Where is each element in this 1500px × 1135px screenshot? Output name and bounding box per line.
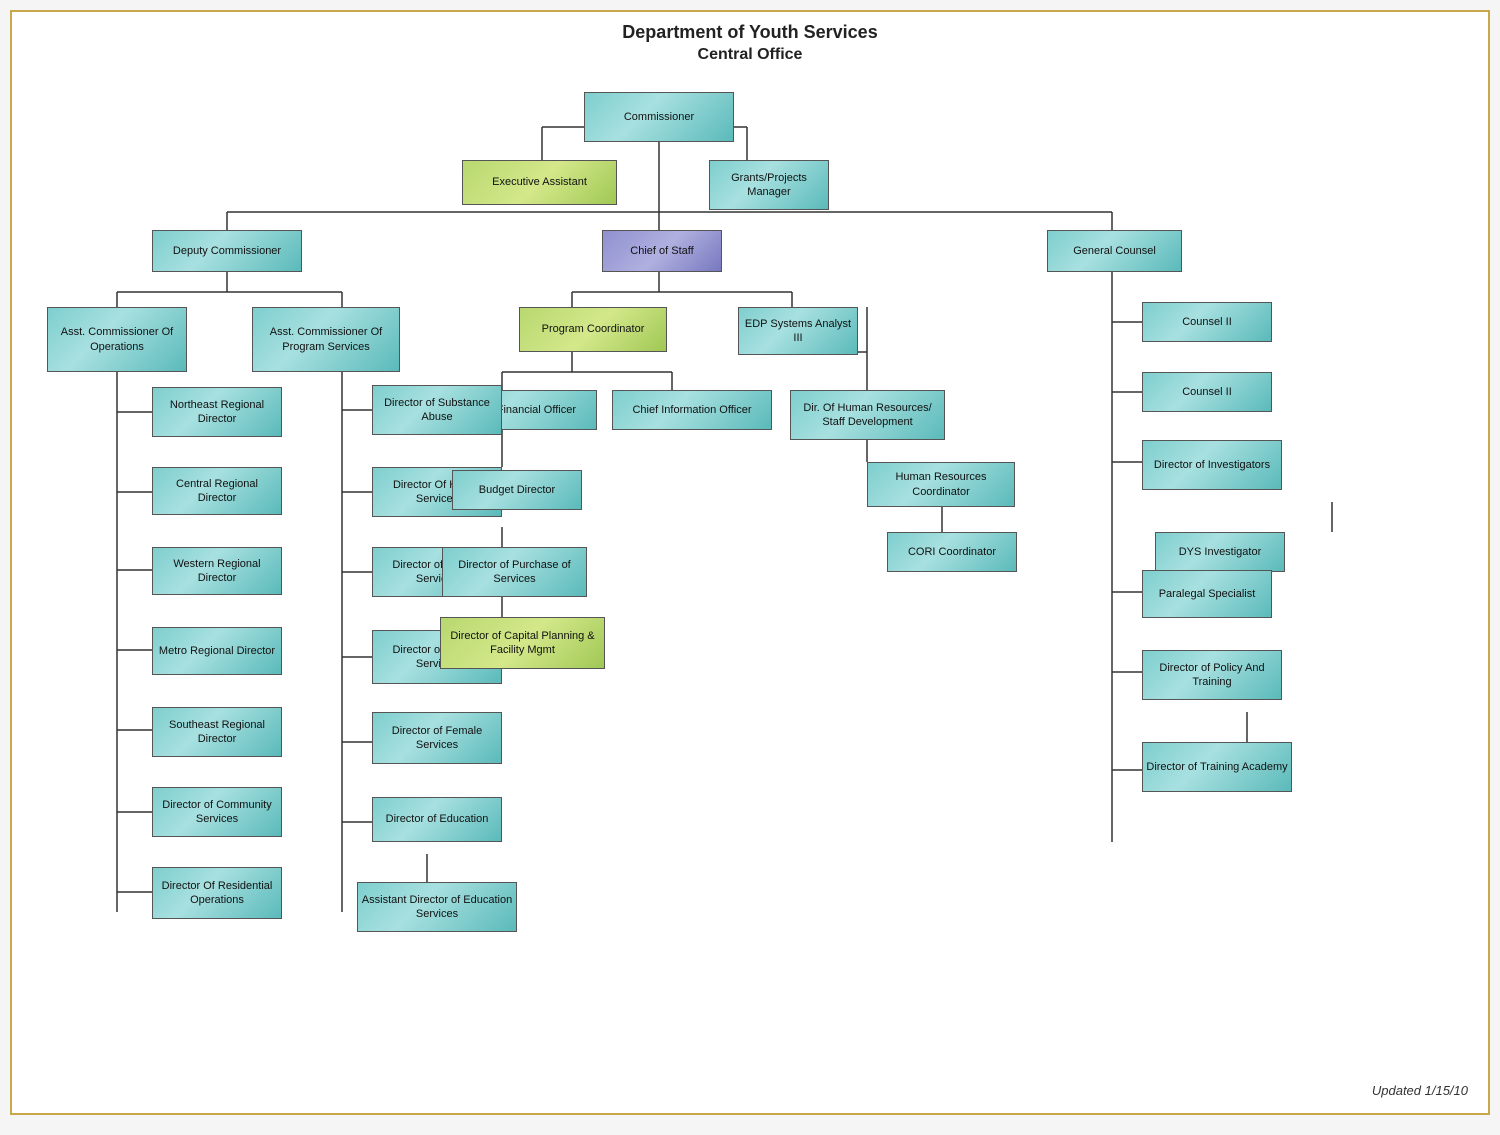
northeast-rd-node: Northeast Regional Director xyxy=(152,387,282,437)
budget-director-node: Budget Director xyxy=(452,470,582,510)
asst-comm-ops-node: Asst. Commissioner Of Operations xyxy=(47,307,187,372)
page: Department of Youth Services Central Off… xyxy=(10,10,1490,1115)
cori-coordinator-node: CORI Coordinator xyxy=(887,532,1017,572)
paralegal-node: Paralegal Specialist xyxy=(1142,570,1272,618)
dir-education-node: Director of Education xyxy=(372,797,502,842)
dir-purchase-node: Director of Purchase of Services xyxy=(442,547,587,597)
dir-investigators-node: Director of Investigators xyxy=(1142,440,1282,490)
commissioner-node: Commissioner xyxy=(584,92,734,142)
counsel-ii-1-node: Counsel II xyxy=(1142,302,1272,342)
metro-rd-node: Metro Regional Director xyxy=(152,627,282,675)
cio-node: Chief Information Officer xyxy=(612,390,772,430)
asst-dir-education-node: Assistant Director of Education Services xyxy=(357,882,517,932)
dir-residential-node: Director Of Residential Operations xyxy=(152,867,282,919)
dir-female-node: Director of Female Services xyxy=(372,712,502,764)
chief-of-staff-node: Chief of Staff xyxy=(602,230,722,272)
central-rd-node: Central Regional Director xyxy=(152,467,282,515)
southeast-rd-node: Southeast Regional Director xyxy=(152,707,282,757)
exec-assistant-node: Executive Assistant xyxy=(462,160,617,205)
grants-manager-node: Grants/Projects Manager xyxy=(709,160,829,210)
program-coordinator-node: Program Coordinator xyxy=(519,307,667,352)
deputy-commissioner-node: Deputy Commissioner xyxy=(152,230,302,272)
dir-policy-node: Director of Policy And Training xyxy=(1142,650,1282,700)
edp-systems-node: EDP Systems Analyst III xyxy=(738,307,858,355)
general-counsel-node: General Counsel xyxy=(1047,230,1182,272)
sub-title: Central Office xyxy=(22,46,1478,64)
dir-community-node: Director of Community Services xyxy=(152,787,282,837)
dir-training-academy-node: Director of Training Academy xyxy=(1142,742,1292,792)
dir-capital-node: Director of Capital Planning & Facility … xyxy=(440,617,605,669)
asst-comm-prog-node: Asst. Commissioner Of Program Services xyxy=(252,307,400,372)
hr-coordinator-node: Human Resources Coordinator xyxy=(867,462,1015,507)
title-section: Department of Youth Services Central Off… xyxy=(22,22,1478,64)
updated-text: Updated 1/15/10 xyxy=(1372,1083,1468,1098)
dir-substance-node: Director of Substance Abuse xyxy=(372,385,502,435)
dir-hr-node: Dir. Of Human Resources/ Staff Developme… xyxy=(790,390,945,440)
main-title: Department of Youth Services xyxy=(22,22,1478,43)
counsel-ii-2-node: Counsel II xyxy=(1142,372,1272,412)
dys-investigator-node: DYS Investigator xyxy=(1155,532,1285,572)
western-rd-node: Western Regional Director xyxy=(152,547,282,595)
